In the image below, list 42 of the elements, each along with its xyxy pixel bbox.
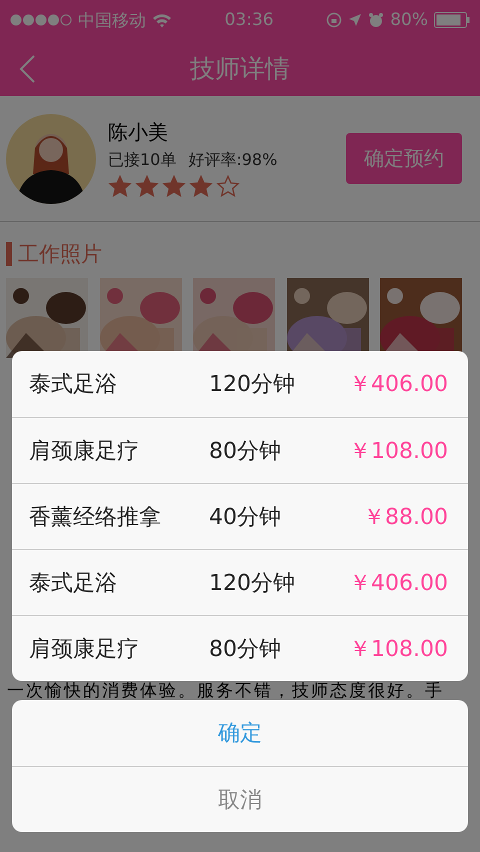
wifi-icon xyxy=(152,12,172,28)
back-icon[interactable] xyxy=(18,54,36,84)
service-duration: 80分钟 xyxy=(209,438,282,466)
service-duration: 120分钟 xyxy=(209,371,296,399)
service-name: 肩颈康足疗 xyxy=(29,636,140,664)
section-marker xyxy=(6,242,12,266)
service-price: ￥88.00 xyxy=(362,504,448,532)
service-duration: 80分钟 xyxy=(209,636,282,664)
service-price: ￥406.00 xyxy=(348,570,448,598)
service-duration: 40分钟 xyxy=(209,504,282,532)
location-arrow-icon xyxy=(348,13,362,27)
battery-icon xyxy=(434,12,470,28)
section-title: 工作照片 xyxy=(18,241,102,268)
service-row[interactable]: 香薰经络推拿 40分钟 ￥88.00 xyxy=(12,483,468,549)
service-name: 泰式足浴 xyxy=(29,570,118,598)
rotation-lock-icon xyxy=(326,12,342,28)
service-row[interactable]: 肩颈康足疗 80分钟 ￥108.00 xyxy=(12,615,468,681)
star-icon xyxy=(108,175,132,198)
battery-percentage: 80% xyxy=(390,10,428,30)
star-icon xyxy=(189,175,213,198)
star-outline-icon xyxy=(216,175,240,198)
star-icon xyxy=(135,175,159,198)
service-row[interactable]: 泰式足浴 120分钟 ￥406.00 xyxy=(12,351,468,417)
service-row[interactable]: 泰式足浴 120分钟 ￥406.00 xyxy=(12,549,468,615)
technician-name: 陈小美 xyxy=(108,119,169,146)
service-price: ￥108.00 xyxy=(348,636,448,664)
service-name: 肩颈康足疗 xyxy=(29,438,140,466)
carrier-name: 中国移动 xyxy=(78,10,146,32)
service-price: ￥406.00 xyxy=(348,371,448,399)
service-price: ￥108.00 xyxy=(348,438,448,466)
clock-time: 03:36 xyxy=(224,10,274,30)
alarm-clock-icon xyxy=(368,12,384,28)
service-name: 香薰经络推拿 xyxy=(29,504,162,532)
page-title: 技师详情 xyxy=(190,52,290,84)
service-duration: 120分钟 xyxy=(209,570,296,598)
star-icon xyxy=(162,175,186,198)
positive-rating: 好评率:98% xyxy=(188,150,278,171)
order-count: 已接10单 xyxy=(108,150,176,171)
service-row[interactable]: 肩颈康足疗 80分钟 ￥108.00 xyxy=(12,417,468,483)
review-text: 一次愉快的消费体验。服务不错，技师态度很好。手 xyxy=(6,683,445,700)
signal-icon xyxy=(10,14,72,26)
service-name: 泰式足浴 xyxy=(29,371,118,399)
